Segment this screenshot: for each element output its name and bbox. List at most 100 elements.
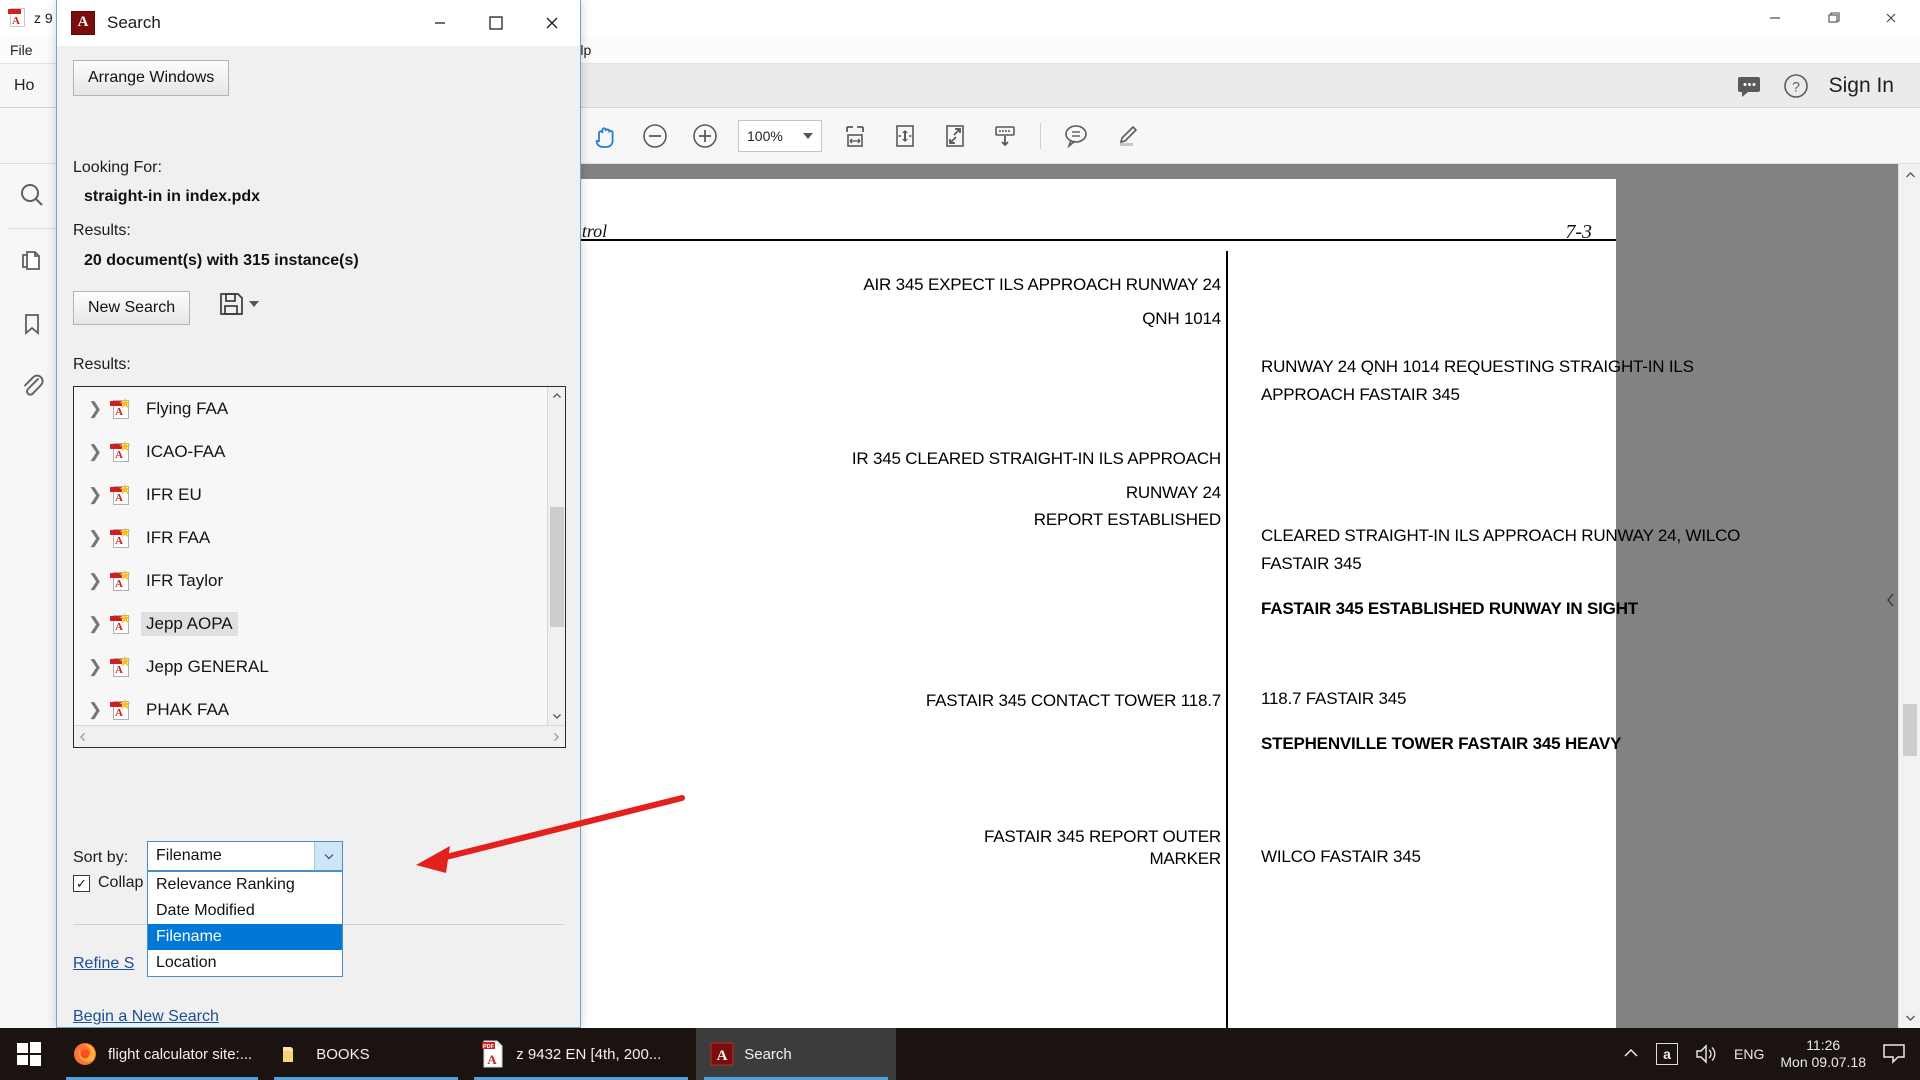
taskbar-label-search: Search [744,1045,792,1063]
new-search-button[interactable]: New Search [73,291,191,325]
result-label-2[interactable]: IFR EU [141,483,207,507]
sort-option-filename[interactable]: Filename [148,924,342,950]
sort-option-date-modified[interactable]: Date Modified [148,898,342,924]
volume-icon[interactable] [1694,1043,1718,1065]
clock[interactable]: 11:26 Mon 09.07.18 [1780,1037,1866,1072]
results-horizontal-scrollbar[interactable] [74,725,565,747]
results-scroll-up-icon[interactable] [548,387,566,405]
chevron-right-icon[interactable]: ❯ [88,399,110,419]
collapse-checkbox[interactable]: ✓ [73,874,90,892]
chevron-right-icon[interactable]: ❯ [88,657,110,677]
show-hidden-icons-chevron-icon[interactable] [1622,1045,1640,1063]
action-center-icon[interactable] [1882,1043,1906,1065]
begin-new-search-link[interactable]: Begin a New Search [73,1008,219,1026]
chevron-right-icon[interactable]: ❯ [88,485,110,505]
sign-in-button[interactable]: Sign In [1829,74,1898,98]
refine-search-link[interactable]: Refine S [73,955,134,973]
collapse-file-paths-row[interactable]: ✓ Collap [73,874,143,892]
taskbar-item-firefox[interactable]: flight calculator site:... [58,1028,266,1080]
result-label-3[interactable]: IFR FAA [141,526,215,550]
search-close-button[interactable] [524,0,580,46]
sort-option-location[interactable]: Location [148,950,342,976]
attachment-icon[interactable] [0,355,64,417]
taskbar-label-firefox: flight calculator site:... [108,1045,253,1063]
windows-start-icon[interactable] [0,1028,58,1080]
clock-time: 11:26 [1806,1036,1841,1053]
zoom-out-icon[interactable] [630,114,680,158]
pdf-right-line-7: STEPHENVILLE TOWER FASTAIR 345 HEAVY [1261,734,1622,753]
page-thumbnails-icon[interactable] [0,231,64,293]
keyboard-language[interactable]: ENG [1734,1046,1764,1062]
restore-button[interactable] [1804,0,1862,36]
results-vertical-scrollbar[interactable] [547,387,565,725]
chevron-right-icon[interactable]: ❯ [88,700,110,720]
result-label-4[interactable]: IFR Taylor [141,569,228,593]
search-results-list[interactable]: ❯ A Flying FAA ❯ A ICAO-FAA ❯ A IFR EU ❯… [74,387,547,725]
pdf-left-line-3: IR 345 CLEARED STRAIGHT-IN ILS APPROACH [851,449,1221,468]
fit-visible-icon[interactable] [930,114,980,158]
pdf-right-line-4: FASTAIR 345 [1261,554,1362,573]
scroll-up-arrow-icon[interactable] [1899,164,1920,186]
sort-by-combo[interactable]: Filename [147,841,343,871]
save-icon[interactable] [217,290,259,318]
chevron-right-icon[interactable]: ❯ [88,442,110,462]
search-icon[interactable] [0,164,64,226]
zoom-in-icon[interactable] [680,114,730,158]
results-scroll-down-icon[interactable] [548,707,566,725]
scroll-down-arrow-icon[interactable] [1899,1006,1920,1028]
sort-option-relevance-ranking[interactable]: Relevance Ranking [148,872,342,898]
acrobat-window-title: z 9 [34,10,53,26]
ime-indicator[interactable]: a [1656,1043,1679,1065]
chevron-down-icon[interactable] [314,842,342,870]
result-row-0[interactable]: ❯ A Flying FAA [74,387,547,430]
fit-page-icon[interactable] [880,114,930,158]
result-label-6[interactable]: Jepp GENERAL [141,655,274,679]
results-scroll-left-icon[interactable] [74,726,92,748]
help-icon[interactable]: ? [1783,73,1809,99]
result-row-1[interactable]: ❯ A ICAO-FAA [74,430,547,473]
document-scrollbar[interactable] [1898,164,1920,1028]
clock-date: Mon 09.07.18 [1780,1054,1866,1070]
minimize-button[interactable] [1746,0,1804,36]
svg-text:A: A [717,1048,728,1064]
right-pane-collapse-handle[interactable] [1884,580,1898,620]
result-row-5[interactable]: ❯ A Jepp AOPA [74,602,547,645]
results-list-label: Results: [73,356,131,373]
chevron-right-icon[interactable]: ❯ [88,614,110,634]
svg-text:A: A [488,1052,498,1067]
taskbar-item-books[interactable]: BOOKS [266,1028,466,1080]
chevron-right-icon[interactable]: ❯ [88,528,110,548]
result-row-6[interactable]: ❯ A Jepp GENERAL [74,645,547,688]
results-scroll-thumb[interactable] [550,507,564,627]
bookmark-icon[interactable] [0,293,64,355]
result-row-3[interactable]: ❯ A IFR FAA [74,516,547,559]
pdf-right-line-5: FASTAIR 345 ESTABLISHED RUNWAY IN SIGHT [1261,599,1638,618]
taskbar-item-pdf-document[interactable]: PDF A z 9432 EN [4th, 200... [466,1028,696,1080]
result-label-7[interactable]: PHAK FAA [141,698,234,722]
zoom-level-combo[interactable]: 100% [738,119,822,152]
highlight-icon[interactable] [1101,114,1151,158]
looking-for-value: straight-in in index.pdx [84,188,261,205]
document-scroll-thumb[interactable] [1903,704,1917,756]
fit-width-icon[interactable] [830,114,880,158]
menu-file[interactable]: File [0,36,43,64]
result-label-1[interactable]: ICAO-FAA [141,440,230,464]
arrange-windows-button[interactable]: Arrange Windows [73,60,230,96]
result-row-2[interactable]: ❯ A IFR EU [74,473,547,516]
search-minimize-button[interactable] [412,0,468,46]
hand-tool-icon[interactable] [580,114,630,158]
scroll-mode-icon[interactable] [980,114,1030,158]
search-maximize-button[interactable] [468,0,524,46]
result-row-4[interactable]: ❯ A IFR Taylor [74,559,547,602]
result-row-7[interactable]: ❯ A PHAK FAA [74,688,547,725]
sort-by-options-dropdown[interactable]: Relevance Ranking Date Modified Filename… [147,871,343,977]
comment-icon[interactable] [1051,114,1101,158]
search-results-box: ❯ A Flying FAA ❯ A ICAO-FAA ❯ A IFR EU ❯… [73,386,566,748]
close-button[interactable] [1862,0,1920,36]
chat-icon[interactable] [1737,75,1763,97]
chevron-right-icon[interactable]: ❯ [88,571,110,591]
results-scroll-right-icon[interactable] [547,726,565,748]
result-label-5[interactable]: Jepp AOPA [141,611,238,636]
result-label-0[interactable]: Flying FAA [141,397,233,421]
taskbar-item-search[interactable]: A Search [696,1028,897,1080]
